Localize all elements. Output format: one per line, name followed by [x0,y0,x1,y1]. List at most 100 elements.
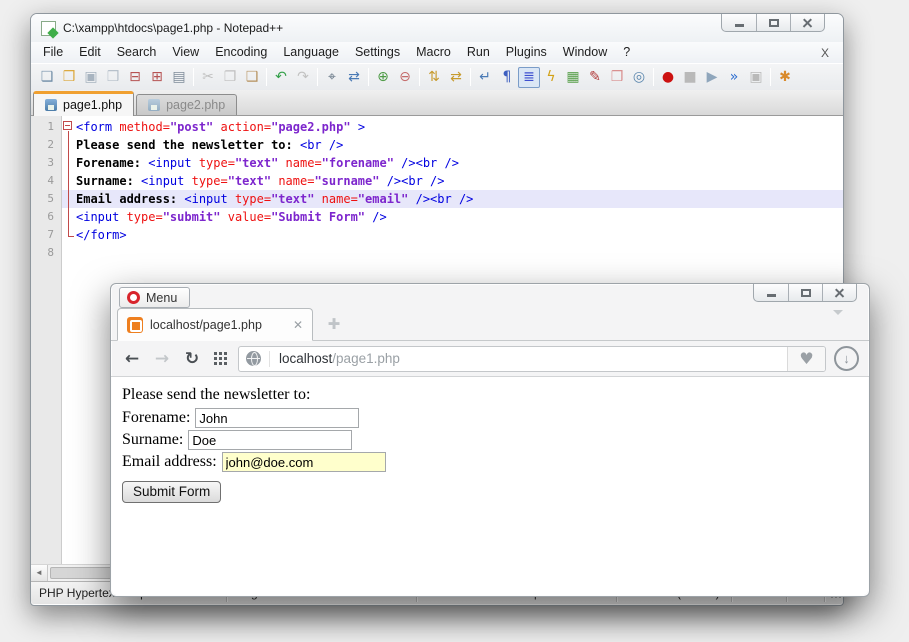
fold-margin [62,154,76,172]
download-button[interactable]: ↓ [834,346,859,371]
macro-record-icon[interactable]: ● [657,67,679,88]
menu-search[interactable]: Search [109,43,165,62]
menu-macro[interactable]: Macro [408,43,459,62]
speed-dial-icon[interactable] [214,352,227,365]
project-panel-icon[interactable]: ❒ [606,67,628,88]
close-icon [834,287,845,298]
code-line-7[interactable]: 7</form> [31,226,843,244]
toolbar-separator [653,68,654,86]
code-line-2[interactable]: 2Please send the newsletter to: <br /> [31,136,843,154]
new-tab-button[interactable]: ✚ [325,316,343,334]
document-map-icon[interactable]: ▦ [562,67,584,88]
show-all-characters-icon[interactable]: ¶ [496,67,518,88]
address-bar[interactable]: localhost/page1.php ♥ [238,346,826,372]
paste-icon[interactable]: ❑ [241,67,263,88]
npp-menubar: FileEditSearchViewEncodingLanguageSettin… [31,42,843,63]
fold-margin [62,136,76,154]
forward-button[interactable]: → [151,349,173,369]
surname-input[interactable] [188,430,352,450]
indent-guide-icon[interactable]: ≣ [518,67,540,88]
tab-close-icon[interactable]: ✕ [293,318,303,332]
tab-menu-button[interactable] [833,315,853,337]
email-input[interactable] [222,452,386,472]
zoom-in-icon[interactable]: ⊕ [372,67,394,88]
function-list-icon[interactable]: ϟ [540,67,562,88]
doc-switcher-icon[interactable]: ✎ [584,67,606,88]
opera-menu-button[interactable]: Menu [119,287,190,308]
scroll-left-arrow-icon[interactable]: ◄ [31,565,48,581]
opera-close-button[interactable] [822,284,856,301]
menu-edit[interactable]: Edit [71,43,109,62]
replace-icon[interactable]: ⇄ [343,67,365,88]
document-peek-icon[interactable]: ◎ [628,67,650,88]
close-all-icon[interactable]: ⊞ [146,67,168,88]
new-file-icon[interactable]: ❏ [36,67,58,88]
line-number: 3 [31,154,62,172]
undo-icon[interactable]: ↶ [270,67,292,88]
menu-language[interactable]: Language [275,43,347,62]
word-wrap-icon[interactable]: ↵ [474,67,496,88]
toolbar-separator [419,68,420,86]
menu-run[interactable]: Run [459,43,498,62]
zoom-out-icon[interactable]: ⊖ [394,67,416,88]
menu-settings[interactable]: Settings [347,43,408,62]
forename-input[interactable] [195,408,359,428]
fold-margin[interactable] [62,118,76,136]
opera-maximize-button[interactable] [788,284,822,301]
close-button[interactable] [790,14,824,31]
redo-icon[interactable]: ↷ [292,67,314,88]
back-button[interactable]: ← [121,349,143,369]
npp-titlebar[interactable]: C:\xampp\htdocs\page1.php - Notepad++ [31,14,843,42]
close-file-icon[interactable]: ⊟ [124,67,146,88]
code-line-4[interactable]: 4Surname: <input type="text" name="surna… [31,172,843,190]
email-input-label: Email address: [122,453,217,471]
heart-icon: ♥ [799,349,813,368]
menu-help[interactable]: ? [615,43,638,62]
npp-window-controls [721,14,825,32]
line-number: 1 [31,118,62,136]
minimize-button[interactable] [722,14,756,31]
notepadpp-app-icon [41,21,56,36]
saved-file-icon [45,99,57,111]
save-all-icon[interactable]: ❒ [102,67,124,88]
form-row: Email address: [122,452,858,472]
menu-plugins[interactable]: Plugins [498,43,555,62]
menu-view[interactable]: View [164,43,207,62]
doc-tab-page1.php[interactable]: page1.php [33,91,134,116]
opera-minimize-button[interactable] [754,284,788,301]
doc-tab-page2.php[interactable]: page2.php [136,94,237,115]
macro-stop-icon[interactable]: ■ [679,67,701,88]
xampp-favicon [127,317,143,333]
code-line-6[interactable]: 6<input type="submit" value="Submit Form… [31,208,843,226]
opera-tab-localhost[interactable]: localhost/page1.php ✕ [117,308,313,341]
macro-save-icon[interactable]: ▣ [745,67,767,88]
macro-play-icon[interactable]: ▶ [701,67,723,88]
find-icon[interactable]: ⌖ [321,67,343,88]
menubar-close-document-button[interactable]: X [821,46,843,60]
menu-window[interactable]: Window [555,43,615,62]
sync-vertical-icon[interactable]: ⇅ [423,67,445,88]
maximize-button[interactable] [756,14,790,31]
menu-file[interactable]: File [35,43,71,62]
macro-run-multiple-icon[interactable]: » [723,67,745,88]
toolbar-separator [368,68,369,86]
submit-form-button[interactable]: Submit Form [122,481,221,503]
open-file-icon[interactable]: ❒ [58,67,80,88]
copy-icon[interactable]: ❐ [219,67,241,88]
address-path: /page1.php [332,351,400,366]
code-line-5[interactable]: 5Email address: <input type="text" name=… [31,190,843,208]
cut-icon[interactable]: ✂ [197,67,219,88]
bookmark-heart-button[interactable]: ♥ [787,346,825,372]
print-icon[interactable]: ▤ [168,67,190,88]
menu-encoding[interactable]: Encoding [207,43,275,62]
save-icon[interactable]: ▣ [80,67,102,88]
sync-horizontal-icon[interactable]: ⇄ [445,67,467,88]
code-line-8[interactable]: 8 [31,244,843,262]
code-text: <input type="submit" value="Submit Form"… [76,208,387,226]
opera-header[interactable]: Menu [111,284,869,308]
reload-button[interactable]: ↻ [181,349,203,369]
code-line-1[interactable]: 1<form method="post" action="page2.php" … [31,118,843,136]
code-line-3[interactable]: 3Forename: <input type="text" name="fore… [31,154,843,172]
plugins-link-icon[interactable]: ✱ [774,67,796,88]
saved-file-icon [148,99,160,111]
